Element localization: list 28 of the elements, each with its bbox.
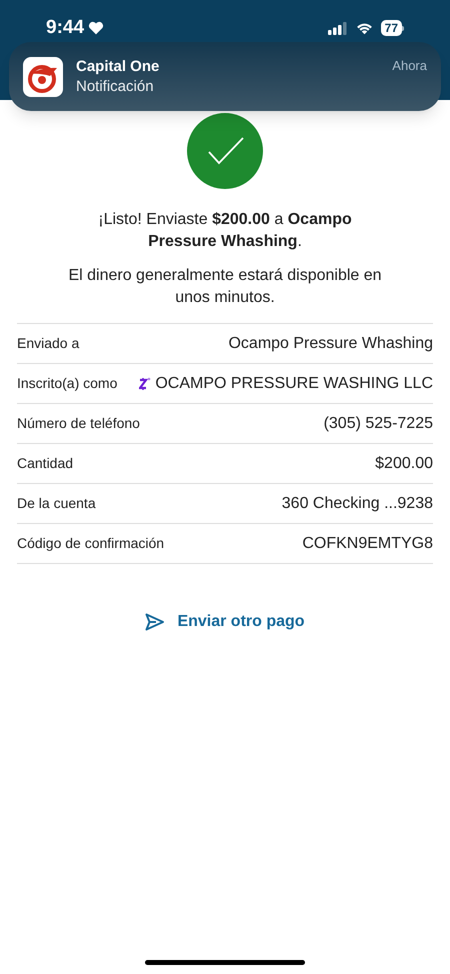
detail-value: 360 Checking ...9238 — [282, 494, 433, 514]
detail-label: Enviado a — [17, 334, 80, 353]
notification-time: Ahora — [392, 57, 427, 75]
heart-icon — [88, 21, 104, 36]
detail-value: $200.00 — [375, 454, 433, 474]
detail-label: Código de confirmación — [17, 534, 164, 553]
zelle-icon — [139, 376, 152, 390]
detail-value: (305) 525-7225 — [324, 414, 433, 434]
signal-icon — [328, 22, 348, 35]
notification-banner[interactable]: Capital One Notificación Ahora — [9, 42, 441, 111]
detail-value: OCAMPO PRESSURE WASHING LLC — [155, 374, 433, 394]
notification-title: Capital One — [76, 56, 160, 76]
confirmation-message: ¡Listo! Enviaste $200.00 a Ocampo Pressure Whashing. — [97, 210, 353, 252]
detail-label: De la cuenta — [17, 494, 96, 513]
app-logo-icon — [23, 56, 63, 96]
success-check-icon — [187, 113, 263, 189]
detail-value: COFKN9EMTYG8 — [302, 534, 433, 554]
detail-value: Ocampo Pressure Whashing — [228, 334, 433, 354]
send-icon — [145, 613, 166, 631]
send-another-payment-link[interactable]: Enviar otro pago — [145, 610, 305, 634]
battery-level: 77 — [380, 20, 402, 36]
detail-label: Inscrito(a) como — [17, 374, 118, 393]
notification-message: Notificación — [76, 76, 155, 96]
wifi-icon — [354, 21, 374, 36]
status-time: 9:44 — [46, 16, 84, 40]
detail-label: Cantidad — [17, 454, 74, 473]
availability-note: El dinero generalmente estará disponible en unos minutos. — [67, 266, 383, 308]
detail-label: Número de teléfono — [17, 414, 140, 433]
